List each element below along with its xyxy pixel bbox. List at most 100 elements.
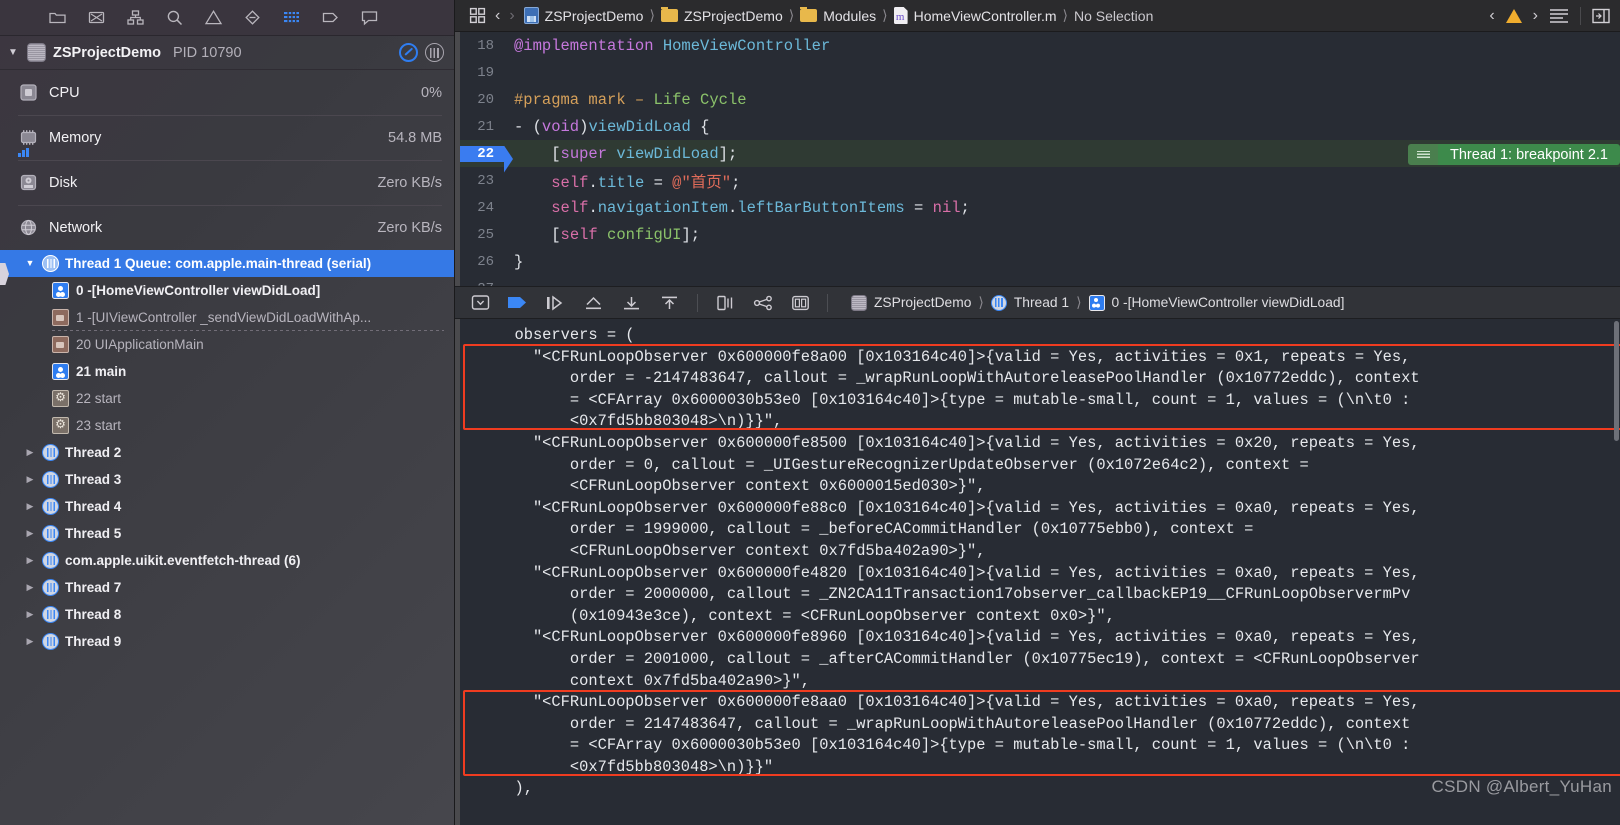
previous-issue-button[interactable]: ‹: [1489, 7, 1494, 25]
thread-row[interactable]: ▶ Thread 8: [0, 601, 454, 628]
breadcrumb-item-modules[interactable]: Modules: [800, 7, 876, 24]
gauge-row-disk[interactable]: Disk Zero KB/s: [0, 160, 454, 205]
source-editor[interactable]: 18 @implementation HomeViewController 19…: [455, 32, 1620, 286]
process-disclosure-triangle[interactable]: ▼: [6, 47, 20, 58]
thread-row[interactable]: ▶ Thread 5: [0, 520, 454, 547]
stack-frame-row[interactable]: 20 UIApplicationMain: [0, 331, 454, 358]
thread-disclosure-triangle[interactable]: ▶: [24, 637, 36, 646]
breadcrumb-item-project[interactable]: ZSProjectDemo: [523, 7, 643, 24]
step-over-icon[interactable]: [545, 295, 566, 311]
memory-graph-icon[interactable]: [753, 295, 774, 311]
cpu-icon: [18, 82, 39, 103]
breadcrumb-label: HomeViewController.m: [913, 7, 1057, 24]
report-log-icon[interactable]: [360, 8, 379, 27]
stack-frame-label: 20 UIApplicationMain: [76, 337, 204, 352]
step-into-icon[interactable]: [583, 295, 604, 311]
breadcrumb-item-group[interactable]: ZSProjectDemo: [660, 7, 783, 24]
thread-row[interactable]: ▶ com.apple.uikit.eventfetch-thread (6): [0, 547, 454, 574]
folder-icon[interactable]: [48, 8, 67, 27]
step-out-icon[interactable]: [621, 295, 642, 311]
search-icon[interactable]: [165, 8, 184, 27]
stack-frame-row[interactable]: 21 main: [0, 358, 454, 385]
view-debugging-icon[interactable]: [715, 295, 736, 311]
console-text-area[interactable]: observers = ( "<CFRunLoopObserver 0x6000…: [460, 319, 1620, 825]
thread-label: com.apple.uikit.eventfetch-thread (6): [65, 553, 301, 568]
continue-icon[interactable]: [507, 295, 528, 310]
hide-debug-area-icon[interactable]: [471, 294, 490, 311]
thread-disclosure-triangle[interactable]: ▶: [24, 610, 36, 619]
debug-crumb-label[interactable]: Thread 1: [1014, 295, 1069, 310]
debug-crumb-label[interactable]: 0 -[HomeViewController viewDidLoad]: [1112, 295, 1345, 310]
warning-triangle-icon[interactable]: [1505, 8, 1522, 23]
related-items-icon[interactable]: [469, 7, 486, 24]
cpu-gauge-icon[interactable]: [399, 43, 418, 62]
gauge-value: 0%: [421, 84, 442, 101]
console-scrollbar[interactable]: [1614, 321, 1619, 441]
drag-grip-icon[interactable]: [1408, 144, 1438, 165]
simulate-location-icon[interactable]: [791, 295, 810, 311]
thread-row[interactable]: ▶ Thread 9: [0, 628, 454, 655]
thread-row[interactable]: ▶ Thread 4: [0, 493, 454, 520]
process-row[interactable]: ▼ ZSProjectDemo PID 10790: [0, 36, 454, 70]
console-line: order = 2000000, callout = _ZN2CA11Trans…: [496, 585, 1411, 604]
gauge-row-memory[interactable]: Memory 54.8 MB: [0, 115, 454, 160]
thread-disclosure-triangle[interactable]: ▶: [24, 475, 36, 484]
navigate-back-button[interactable]: ‹: [495, 7, 500, 25]
thread-row-selected[interactable]: ▼ Thread 1 Queue: com.apple.main-thread …: [0, 250, 454, 277]
console-output[interactable]: observers = ( "<CFRunLoopObserver 0x6000…: [455, 319, 1620, 825]
gauge-label: Disk: [49, 174, 78, 191]
code-text: self.navigationItem.leftBarButtonItems =…: [551, 198, 970, 217]
console-line: observers = (: [496, 326, 635, 344]
app-bundle-icon: [27, 43, 46, 62]
thread-row[interactable]: ▶ Thread 3: [0, 466, 454, 493]
stack-frame-row[interactable]: 1 -[UIViewController _sendViewDidLoadWit…: [0, 304, 454, 331]
breadcrumb-item-selection[interactable]: No Selection: [1074, 8, 1153, 24]
step-out-of-icon[interactable]: [659, 295, 680, 311]
gear-frame-icon: [52, 389, 69, 407]
thread-gauge-icon[interactable]: [425, 43, 444, 62]
gauge-label: Network: [49, 219, 103, 236]
thread-disclosure-triangle[interactable]: ▶: [24, 583, 36, 592]
thread-icon: [42, 255, 59, 272]
thread-row[interactable]: ▶ Thread 2: [0, 439, 454, 466]
code-line: 19: [460, 59, 1620, 86]
stack-frame-row[interactable]: 23 start: [0, 412, 454, 439]
stack-frame-row[interactable]: 0 -[HomeViewController viewDidLoad]: [0, 277, 454, 304]
app-bundle-icon: [851, 294, 867, 311]
breakpoint-tag-icon[interactable]: [321, 8, 340, 27]
issue-warning-icon[interactable]: [204, 8, 223, 27]
gauge-label: Memory: [49, 129, 102, 146]
project-icon: [523, 7, 539, 24]
source-control-icon[interactable]: [87, 8, 106, 27]
thread-disclosure-triangle[interactable]: ▶: [24, 556, 36, 565]
stack-frame-label: 22 start: [76, 391, 122, 406]
minimap-icon[interactable]: [1549, 8, 1569, 24]
breadcrumb-item-file[interactable]: HomeViewController.m: [893, 7, 1057, 24]
breadcrumb-separator: ⟩: [1062, 7, 1068, 23]
thread-row[interactable]: ▶ Thread 7: [0, 574, 454, 601]
thread-list: ▼ Thread 1 Queue: com.apple.main-thread …: [0, 250, 454, 825]
gauge-row-cpu[interactable]: CPU 0%: [0, 70, 454, 115]
breakpoint-status-badge[interactable]: Thread 1: breakpoint 2.1: [1408, 144, 1620, 165]
debug-navigator-icon[interactable]: [282, 8, 301, 27]
gauge-row-network[interactable]: Network Zero KB/s: [0, 205, 454, 250]
stack-frame-label: 0 -[HomeViewController viewDidLoad]: [76, 283, 321, 298]
navigate-forward-button[interactable]: ›: [509, 7, 514, 25]
symbol-hierarchy-icon[interactable]: [126, 8, 145, 27]
next-issue-button[interactable]: ›: [1533, 7, 1538, 25]
process-pid: PID 10790: [172, 44, 242, 61]
thread-disclosure-triangle[interactable]: ▶: [24, 502, 36, 511]
line-number: 23: [477, 172, 494, 189]
console-line: "<CFRunLoopObserver 0x600000fe88c0 [0x10…: [496, 498, 1420, 517]
debug-crumb-label[interactable]: ZSProjectDemo: [874, 295, 971, 310]
thread-label: Thread 8: [65, 607, 122, 622]
gauge-value: 54.8 MB: [388, 129, 442, 146]
thread-disclosure-triangle[interactable]: ▶: [24, 448, 36, 457]
thread-disclosure-triangle[interactable]: ▶: [24, 529, 36, 538]
test-diamond-icon[interactable]: [243, 8, 262, 27]
thread-disclosure-triangle[interactable]: ▼: [24, 259, 36, 268]
stack-frame-row[interactable]: 22 start: [0, 385, 454, 412]
code-line: 21 - (void)viewDidLoad {: [460, 113, 1620, 140]
toggle-inspector-icon[interactable]: [1592, 8, 1610, 24]
code-text: [self configUI];: [514, 225, 701, 244]
